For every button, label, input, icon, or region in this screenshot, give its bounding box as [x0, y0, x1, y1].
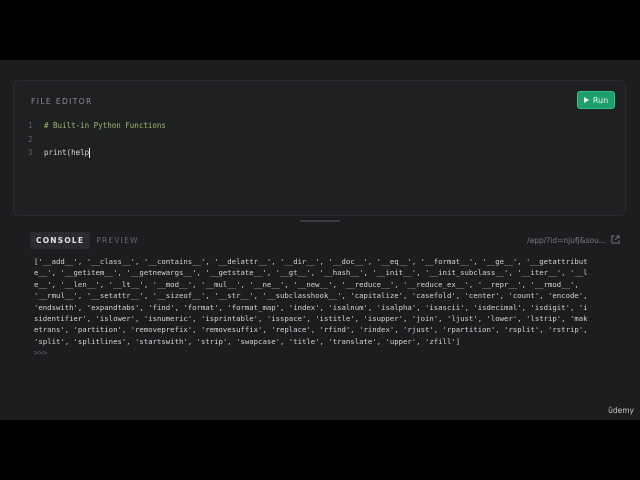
- external-link-icon[interactable]: [611, 235, 620, 244]
- line-number: 3: [28, 148, 33, 158]
- console-prompt[interactable]: >>>: [34, 347, 590, 358]
- line-number: 1: [28, 121, 33, 131]
- preview-url: /app/?id=njufj&sou...: [527, 236, 606, 245]
- text-cursor: [89, 147, 91, 158]
- udemy-watermark: ûdemy: [608, 406, 634, 415]
- console-output: ['__add__', '__class__', '__contains__',…: [34, 256, 590, 359]
- file-editor-panel: FILE EDITOR Run 1 # Built-in Python Func…: [13, 80, 626, 216]
- code-line: 2: [28, 133, 166, 147]
- console-tab-bar: CONSOLE PREVIEW: [30, 232, 145, 249]
- run-button-label: Run: [592, 95, 609, 105]
- play-icon: [583, 97, 589, 103]
- tab-preview[interactable]: PREVIEW: [90, 232, 144, 249]
- app-stage: FILE EDITOR Run 1 # Built-in Python Func…: [0, 60, 640, 420]
- tab-console[interactable]: CONSOLE: [30, 232, 91, 249]
- code-line-text: print(help: [44, 148, 90, 158]
- code-line-text: # Built-in Python Functions: [44, 121, 166, 131]
- console-output-text: ['__add__', '__class__', '__contains__',…: [34, 257, 588, 346]
- resize-handle[interactable]: [300, 220, 340, 222]
- code-editor[interactable]: 1 # Built-in Python Functions 2 3 print(…: [28, 119, 166, 160]
- run-button[interactable]: Run: [577, 91, 615, 109]
- editor-title: FILE EDITOR: [31, 97, 93, 106]
- code-line: 3 print(help: [28, 146, 166, 160]
- code-line: 1 # Built-in Python Functions: [28, 119, 166, 133]
- line-number: 2: [28, 134, 33, 144]
